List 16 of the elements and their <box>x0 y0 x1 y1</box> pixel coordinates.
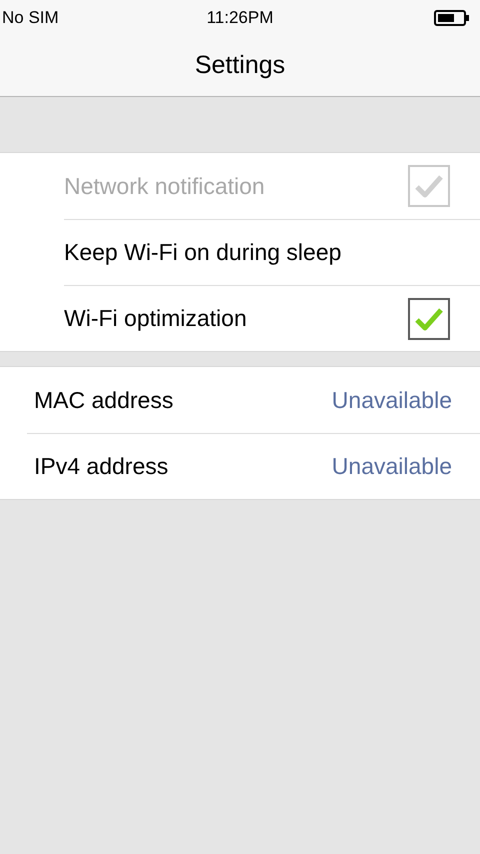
setting-row[interactable]: Wi-Fi optimization <box>64 285 480 351</box>
address-value: Unavailable <box>332 386 452 415</box>
setting-label: Keep Wi-Fi on during sleep <box>64 238 342 268</box>
checkmark-icon <box>415 174 443 198</box>
battery-icon <box>434 10 470 26</box>
page-title: Settings <box>194 50 286 82</box>
setting-label: Wi-Fi optimization <box>64 304 247 334</box>
address-label: MAC address <box>33 386 174 415</box>
carrier-text: No SIM <box>2 7 59 30</box>
address-label: IPv4 address <box>33 452 168 482</box>
checkbox[interactable] <box>408 298 450 340</box>
setting-label: Network notification <box>64 172 265 201</box>
address-value: Unavailable <box>332 452 452 482</box>
status-time: 11:26PM <box>206 7 274 30</box>
checkmark-icon <box>415 306 443 330</box>
setting-row[interactable]: Keep Wi-Fi on during sleep <box>64 219 480 285</box>
